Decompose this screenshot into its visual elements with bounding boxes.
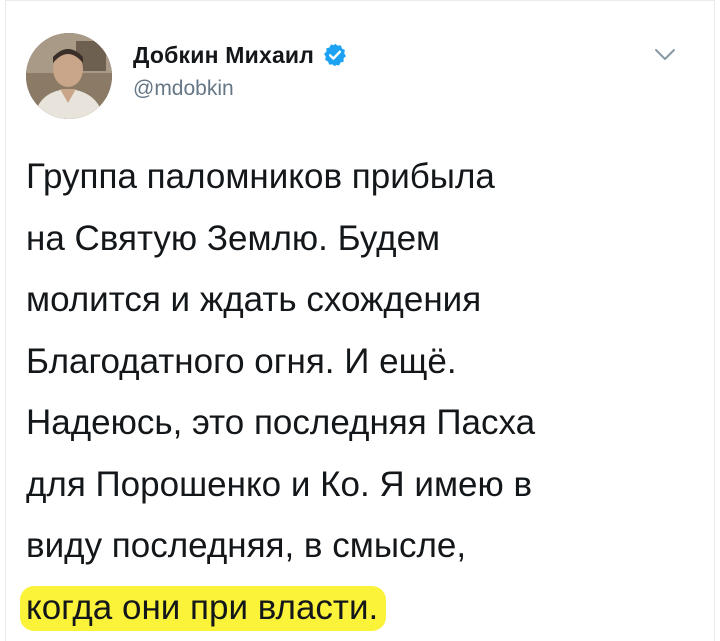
- tweet-text-line: для Порошенко и Ко. Я имею в: [26, 464, 533, 504]
- tweet-text-line: молится и ждать схождения: [26, 280, 482, 319]
- tweet-text-line: виду последняя, в смысле,: [26, 526, 467, 565]
- author-info: Добкин Михаил @mdobkin: [133, 39, 348, 101]
- tweet-card: Добкин Михаил @mdobkin Группа паломников…: [5, 0, 715, 641]
- chevron-down-icon[interactable]: [654, 48, 676, 62]
- name-row: Добкин Михаил: [133, 39, 348, 71]
- tweet-text-line: Благодатного огня. И ещё.: [26, 341, 457, 381]
- tweet-text: Группа паломников прибыла на Святую Земл…: [20, 146, 706, 639]
- tweet-text-line-last: когда они при власти.: [20, 577, 706, 639]
- author-display-name[interactable]: Добкин Михаил: [133, 42, 314, 69]
- author-handle[interactable]: @mdobkin: [133, 77, 348, 101]
- tweet-text-line: Группа паломников прибыла: [26, 157, 495, 196]
- verified-badge-icon: [322, 42, 348, 68]
- user-photo-avatar-icon: [26, 33, 112, 119]
- highlighted-text: когда они при власти.: [20, 585, 387, 631]
- author-avatar[interactable]: [26, 33, 112, 119]
- tweet-text-line: Надеюсь, это последняя Пасха: [26, 403, 536, 442]
- tweet-text-line: на Святую Землю. Будем: [26, 218, 441, 258]
